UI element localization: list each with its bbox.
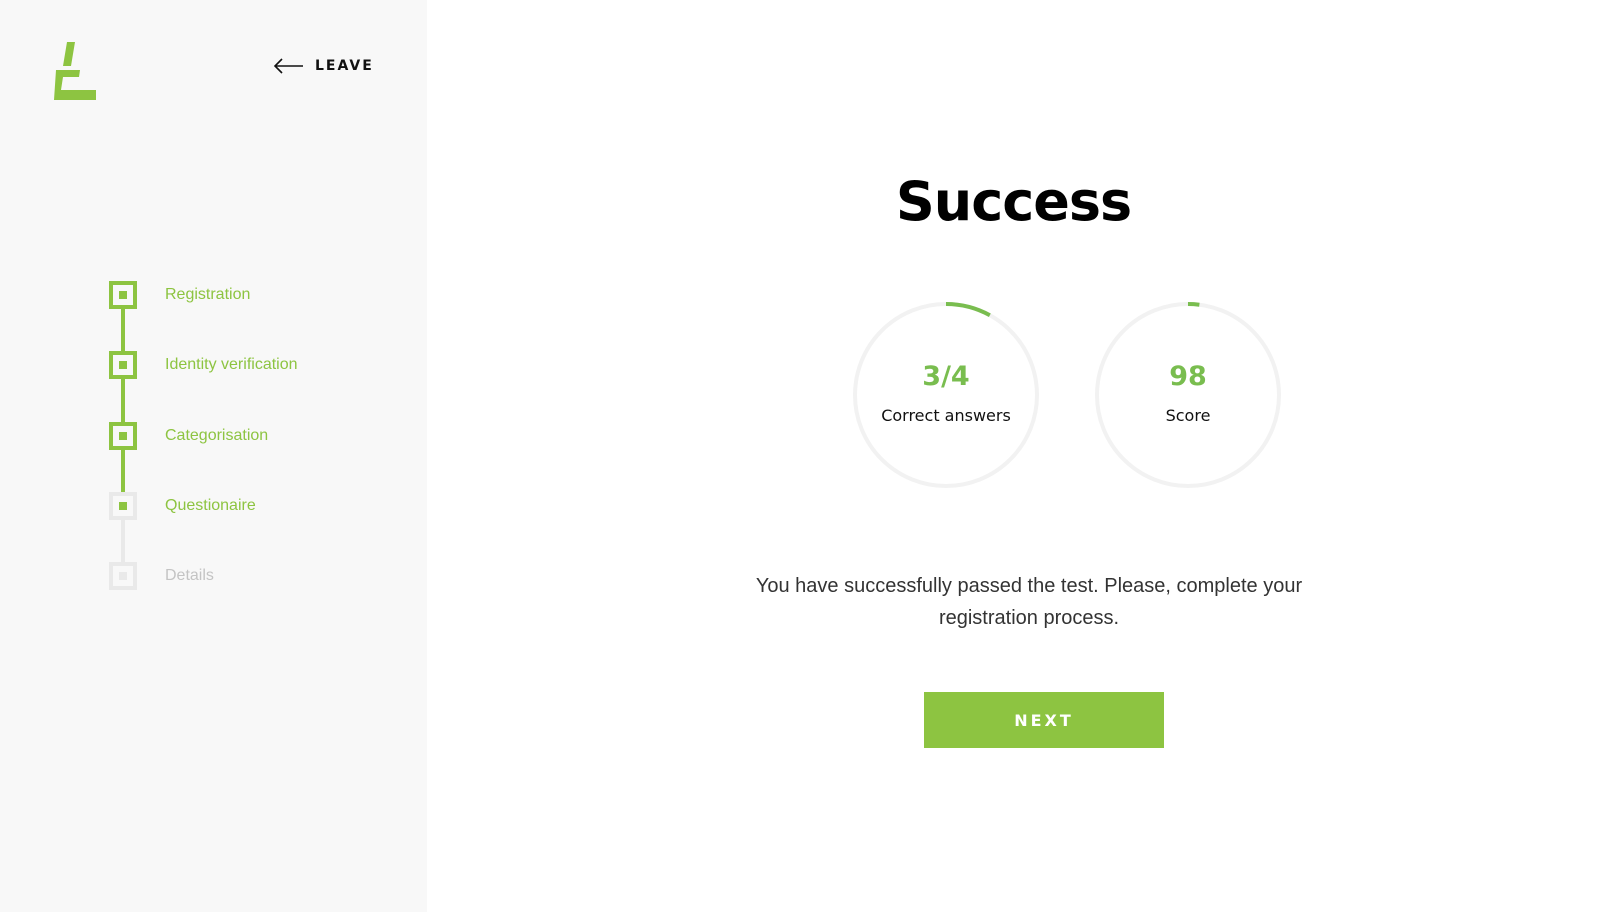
- step-label: Identity verification: [165, 356, 298, 373]
- step-details: Details: [109, 562, 409, 590]
- step-label: Categorisation: [165, 427, 269, 444]
- app-window: LEAVE Registration Identity verification…: [0, 0, 1600, 912]
- step-current-icon: [109, 492, 137, 520]
- step-complete-icon: [109, 281, 137, 309]
- page-title: Success: [895, 170, 1132, 233]
- step-connector: [121, 450, 125, 492]
- score-gauge: 98 Score: [1093, 300, 1283, 490]
- step-label: Details: [165, 567, 214, 584]
- step-categorisation[interactable]: Categorisation: [109, 422, 409, 450]
- correct-answers-value: 3/4: [922, 361, 970, 392]
- step-registration[interactable]: Registration: [109, 281, 409, 309]
- step-questionaire[interactable]: Questionaire: [109, 492, 409, 520]
- step-connector: [121, 379, 125, 422]
- score-value: 98: [1169, 361, 1207, 392]
- correct-answers-ring: [853, 302, 1039, 488]
- step-connector: [121, 309, 125, 351]
- leave-label: LEAVE: [315, 58, 374, 74]
- step-complete-icon: [109, 351, 137, 379]
- step-pending-icon: [109, 562, 137, 590]
- leave-button[interactable]: LEAVE: [273, 58, 374, 74]
- step-connector: [121, 520, 125, 562]
- step-identity-verification[interactable]: Identity verification: [109, 351, 409, 379]
- step-complete-icon: [109, 422, 137, 450]
- main-content: Success 3/4 Correct answers 98 Score You…: [427, 0, 1600, 912]
- progress-steps: Registration Identity verification Categ…: [109, 281, 409, 601]
- score-label: Score: [1165, 406, 1211, 425]
- correct-answers-label: Correct answers: [881, 406, 1011, 425]
- score-ring: [1095, 302, 1281, 488]
- next-button[interactable]: NEXT: [924, 692, 1164, 748]
- step-label: Registration: [165, 286, 251, 303]
- brand-logo-icon: [54, 42, 96, 100]
- step-label: Questionaire: [165, 497, 256, 514]
- sidebar: LEAVE Registration Identity verification…: [0, 0, 427, 912]
- arrow-left-icon: [273, 58, 303, 74]
- correct-answers-gauge: 3/4 Correct answers: [851, 300, 1041, 490]
- success-message: You have successfully passed the test. P…: [755, 575, 1303, 629]
